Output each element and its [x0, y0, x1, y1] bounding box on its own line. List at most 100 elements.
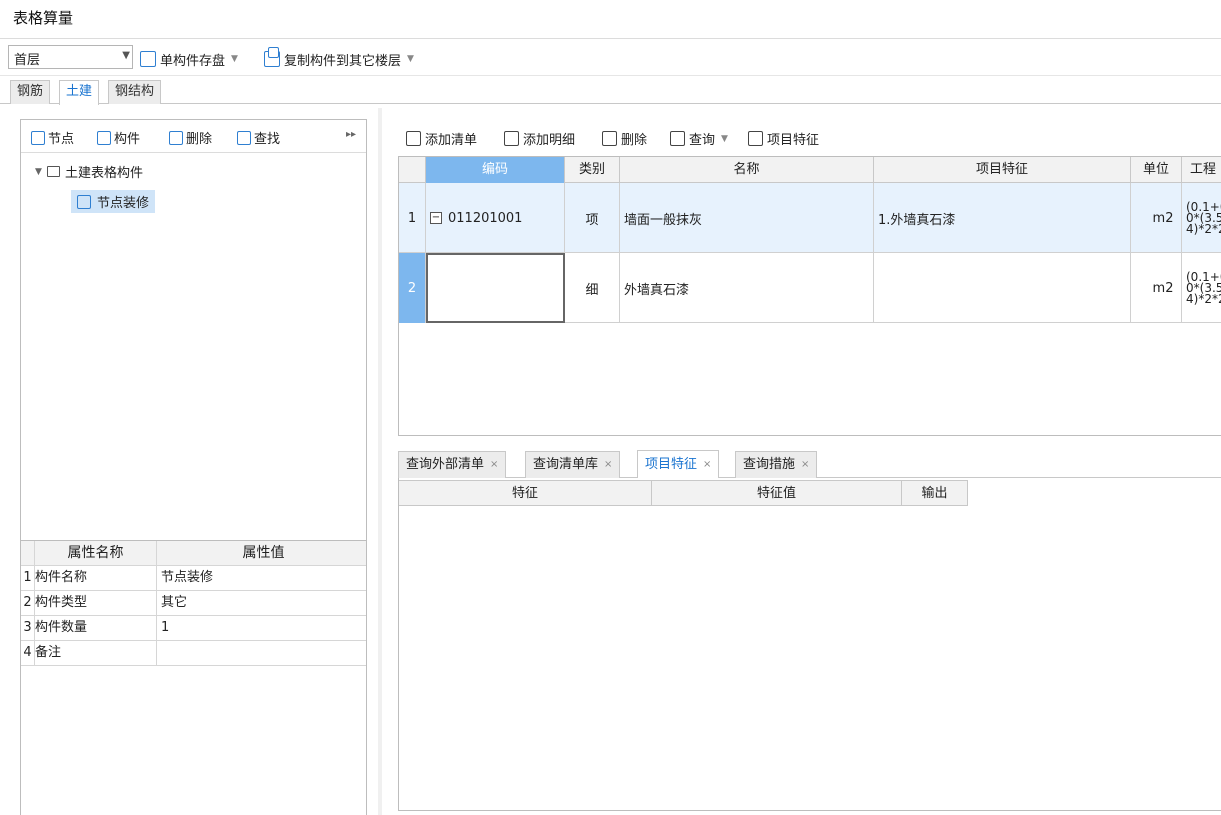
close-icon[interactable]: × [490, 453, 498, 477]
copy-to-floor-label: 复制构件到其它楼层 [284, 53, 402, 69]
property-name: 构件名称 [35, 566, 157, 590]
add-list-button[interactable]: 添加清单 [406, 129, 477, 148]
table-row[interactable]: 2 细 外墙真石漆 m2 (0.1+0 0*(3.5 4)*2*2 [399, 253, 1221, 323]
col-feature-header[interactable]: 项目特征 [874, 157, 1131, 183]
add-node-button[interactable]: 节点 [31, 128, 74, 147]
feature-cell[interactable] [874, 253, 1131, 323]
code-cell[interactable] [426, 253, 565, 323]
col-type-header[interactable]: 类别 [565, 157, 620, 183]
tab-rebar[interactable]: 钢筋 [10, 80, 51, 104]
find-icon [237, 130, 251, 145]
node-icon [77, 194, 91, 209]
col-qty-header[interactable]: 工程 [1182, 157, 1221, 183]
delete-bill-label: 删除 [621, 133, 648, 148]
trash-icon [602, 131, 617, 146]
tab-civil[interactable]: 土建 [59, 80, 100, 105]
project-feature-button[interactable]: 项目特征 [748, 129, 819, 148]
col-output-header[interactable]: 输出 [902, 480, 968, 506]
tree-expand-icon[interactable]: ▼ [35, 167, 47, 177]
tab-label: 项目特征 [645, 456, 698, 472]
bill-grid: 编码 类别 名称 项目特征 单位 工程 1 − 011201001 项 墙面一般… [398, 156, 1221, 436]
component-panel: 节点 构件 删除 查找 ▸▸ ▼ 土建表格构件 节点装修 属性名称 属性值 1 … [20, 119, 367, 815]
component-toolbar: 节点 构件 删除 查找 ▸▸ [21, 120, 366, 153]
tab-project-feature[interactable]: 项目特征 × [637, 450, 720, 478]
add-list-label: 添加清单 [425, 133, 478, 148]
panel-splitter[interactable] [378, 108, 382, 815]
close-icon[interactable]: × [604, 453, 612, 477]
add-detail-button[interactable]: 添加明细 [504, 129, 575, 148]
tree-root-label: 土建表格构件 [65, 166, 144, 181]
name-cell[interactable]: 墙面一般抹灰 [620, 183, 874, 253]
property-value-header: 属性值 [242, 545, 285, 561]
property-value[interactable] [157, 641, 366, 665]
find-label: 查找 [254, 132, 281, 147]
property-value[interactable]: 节点装修 [157, 566, 366, 590]
tab-label: 查询清单库 [533, 457, 599, 472]
property-row[interactable]: 3 构件数量 1 [21, 616, 366, 641]
col-name-header[interactable]: 名称 [620, 157, 874, 183]
close-icon[interactable]: × [703, 453, 711, 477]
qty-expression: (0.1+0 0*(3.5 4)*2*2 [1186, 199, 1221, 236]
save-single-component-button[interactable]: 单构件存盘 ▼ [140, 49, 238, 69]
code-cell[interactable]: − 011201001 [426, 183, 565, 253]
unit-cell[interactable]: m2 [1131, 253, 1182, 323]
qty-cell[interactable]: (0.1+0 0*(3.5 4)*2*2 [1182, 183, 1221, 253]
chevron-down-icon[interactable]: ▼ [721, 134, 728, 144]
add-detail-icon [504, 131, 519, 146]
tree-root[interactable]: ▼ 土建表格构件 [35, 162, 143, 181]
tree-item-node-decoration[interactable]: 节点装修 [71, 190, 156, 213]
more-icon[interactable]: ▸▸ [346, 129, 356, 140]
code-value: 011201001 [448, 210, 523, 226]
trash-icon [169, 130, 183, 145]
folder-icon [47, 166, 60, 177]
copy-icon [264, 47, 280, 67]
tab-steel-structure[interactable]: 钢结构 [108, 80, 162, 104]
copy-to-floor-button[interactable]: 复制构件到其它楼层 ▼ [264, 47, 414, 69]
chevron-down-icon: ▼ [122, 50, 130, 61]
property-value[interactable]: 其它 [157, 591, 366, 615]
project-feature-label: 项目特征 [767, 133, 820, 148]
property-row[interactable]: 2 构件类型 其它 [21, 591, 366, 616]
col-feature-header[interactable]: 特征 [399, 480, 652, 506]
qty-expression: (0.1+0 0*(3.5 4)*2*2 [1186, 269, 1221, 306]
delete-button[interactable]: 删除 [169, 128, 212, 147]
name-cell[interactable]: 外墙真石漆 [620, 253, 874, 323]
add-list-icon [406, 131, 421, 146]
tab-query-measures[interactable]: 查询措施 × [735, 451, 818, 478]
window-title: 表格算量 [13, 9, 74, 27]
feature-cell[interactable]: 1.外墙真石漆 [874, 183, 1131, 253]
delete-bill-button[interactable]: 删除 [602, 129, 647, 148]
chevron-down-icon[interactable]: ▼ [231, 54, 238, 64]
tab-query-list-library[interactable]: 查询清单库 × [525, 451, 621, 478]
node-icon [31, 130, 45, 145]
close-icon[interactable]: × [801, 453, 809, 477]
table-row[interactable]: 1 − 011201001 项 墙面一般抹灰 1.外墙真石漆 m2 (0.1+ 0… [399, 183, 1221, 253]
tab-label: 查询外部清单 [406, 457, 485, 472]
collapse-icon[interactable]: − [430, 212, 442, 224]
property-header-row: 属性名称 属性值 [21, 541, 366, 566]
qty-cell[interactable]: (0.1+0 0*(3.5 4)*2*2 [1182, 253, 1221, 323]
type-cell[interactable]: 细 [565, 253, 620, 323]
property-row[interactable]: 1 构件名称 节点装修 [21, 566, 366, 591]
tab-query-external-list[interactable]: 查询外部清单 × [398, 451, 507, 478]
add-detail-label: 添加明细 [523, 133, 576, 148]
col-code-header[interactable]: 编码 [426, 157, 565, 183]
add-component-label: 构件 [114, 132, 141, 147]
query-label: 查询 [689, 133, 716, 148]
grid-header: 编码 类别 名称 项目特征 单位 工程 [399, 157, 1221, 183]
col-unit-header[interactable]: 单位 [1131, 157, 1182, 183]
unit-cell[interactable]: m2 [1131, 183, 1182, 253]
floor-select[interactable]: 首层 ▼ [8, 45, 133, 69]
find-button[interactable]: 查找 [237, 128, 280, 147]
property-row[interactable]: 4 备注 [21, 641, 366, 666]
query-button[interactable]: 查询 ▼ [670, 129, 728, 148]
tab-label: 查询措施 [743, 457, 796, 472]
property-table: 属性名称 属性值 1 构件名称 节点装修 2 构件类型 其它 3 构件数量 1 … [21, 540, 366, 815]
add-component-button[interactable]: 构件 [97, 128, 140, 147]
type-cell[interactable]: 项 [565, 183, 620, 253]
feature-icon [748, 131, 763, 146]
chevron-down-icon[interactable]: ▼ [407, 54, 414, 64]
col-feature-value-header[interactable]: 特征值 [652, 480, 902, 506]
property-name-header: 属性名称 [35, 541, 157, 565]
property-value[interactable]: 1 [157, 616, 366, 640]
